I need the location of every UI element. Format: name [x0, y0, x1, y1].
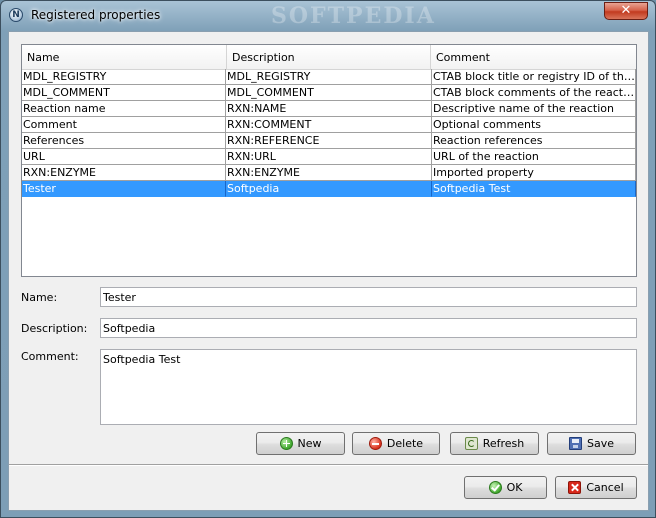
cell-name: Reaction name: [22, 101, 226, 117]
watermark: SOFTPEDIA: [271, 3, 436, 29]
cell-comment: URL of the reaction: [432, 149, 636, 165]
comment-label: Comment:: [21, 350, 79, 363]
title-bar[interactable]: N Registered properties SOFTPEDIA ✕: [1, 1, 655, 31]
close-icon: ✕: [620, 3, 632, 18]
cell-description: MDL_COMMENT: [226, 85, 432, 101]
save-button[interactable]: Save: [547, 432, 636, 455]
new-button-label: New: [297, 437, 322, 450]
cell-name: URL: [22, 149, 226, 165]
table-row[interactable]: MDL_REGISTRY MDL_REGISTRY CTAB block title…: [22, 69, 636, 85]
close-button[interactable]: ✕: [604, 2, 648, 20]
save-button-label: Save: [586, 437, 614, 450]
table-row[interactable]: References RXN:REFERENCE Reaction referenc…: [22, 133, 636, 149]
table-row[interactable]: MDL_COMMENT MDL_COMMENT CTAB block comment…: [22, 85, 636, 101]
cell-description: RXN:COMMENT: [226, 117, 432, 133]
refresh-icon: [464, 437, 478, 450]
properties-table[interactable]: Name Description Comment MDL_REGISTRY MDL…: [21, 44, 637, 277]
check-icon: [488, 481, 502, 494]
refresh-button[interactable]: Refresh: [450, 432, 539, 455]
cell-name: Comment: [22, 117, 226, 133]
table-row[interactable]: URL RXN:URL URL of the reaction: [22, 149, 636, 165]
delete-button-label: Delete: [386, 437, 424, 450]
separator: [9, 464, 648, 466]
cell-comment: Descriptive name of the reaction: [432, 101, 636, 117]
cell-comment: Reaction references: [432, 133, 636, 149]
new-button[interactable]: New: [256, 432, 345, 455]
table-row[interactable]: Reaction name RXN:NAME Descriptive name of…: [22, 101, 636, 117]
ok-button[interactable]: OK: [464, 476, 547, 499]
cell-description: Softpedia: [226, 181, 432, 197]
add-icon: [279, 437, 293, 450]
refresh-button-label: Refresh: [482, 437, 525, 450]
column-header-comment[interactable]: Comment: [431, 45, 636, 69]
window-title: Registered properties: [31, 8, 161, 22]
remove-icon: [368, 437, 382, 450]
cell-comment: CTAB block comments of the reaction: [432, 85, 636, 101]
name-field[interactable]: [100, 287, 637, 307]
cell-name: References: [22, 133, 226, 149]
cell-comment: Softpedia Test: [432, 181, 636, 197]
table-row[interactable]: RXN:ENZYME RXN:ENZYME Imported property: [22, 165, 636, 181]
cancel-button[interactable]: Cancel: [555, 476, 637, 499]
cell-name: RXN:ENZYME: [22, 165, 226, 181]
cell-comment: Optional comments: [432, 117, 636, 133]
cell-name: MDL_REGISTRY: [22, 69, 226, 85]
delete-button[interactable]: Delete: [352, 432, 440, 455]
description-label: Description:: [21, 322, 88, 335]
table-row[interactable]: Comment RXN:COMMENT Optional comments: [22, 117, 636, 133]
cancel-button-label: Cancel: [586, 481, 624, 494]
cell-description: MDL_REGISTRY: [226, 69, 432, 85]
table-row[interactable]: Tester Softpedia Softpedia Test: [22, 181, 636, 197]
column-header-description[interactable]: Description: [227, 45, 431, 69]
registered-properties-window: N Registered properties SOFTPEDIA ✕ Name…: [0, 0, 656, 518]
cancel-icon: [568, 481, 582, 494]
cell-description: RXN:URL: [226, 149, 432, 165]
name-label: Name:: [21, 291, 58, 304]
cell-description: RXN:REFERENCE: [226, 133, 432, 149]
cell-name: Tester: [22, 181, 226, 197]
cell-description: RXN:ENZYME: [226, 165, 432, 181]
cell-comment: CTAB block title or registry ID of the r…: [432, 69, 636, 85]
app-icon: N: [9, 8, 23, 22]
ok-button-label: OK: [506, 481, 523, 494]
column-header-name[interactable]: Name: [22, 45, 227, 69]
comment-field[interactable]: Softpedia Test: [100, 349, 637, 425]
dialog-body: Name Description Comment MDL_REGISTRY MDL…: [8, 31, 649, 511]
save-icon: [568, 437, 582, 450]
description-field[interactable]: [100, 318, 637, 338]
table-header: Name Description Comment: [22, 45, 636, 70]
cell-name: MDL_COMMENT: [22, 85, 226, 101]
cell-description: RXN:NAME: [226, 101, 432, 117]
cell-comment: Imported property: [432, 165, 636, 181]
